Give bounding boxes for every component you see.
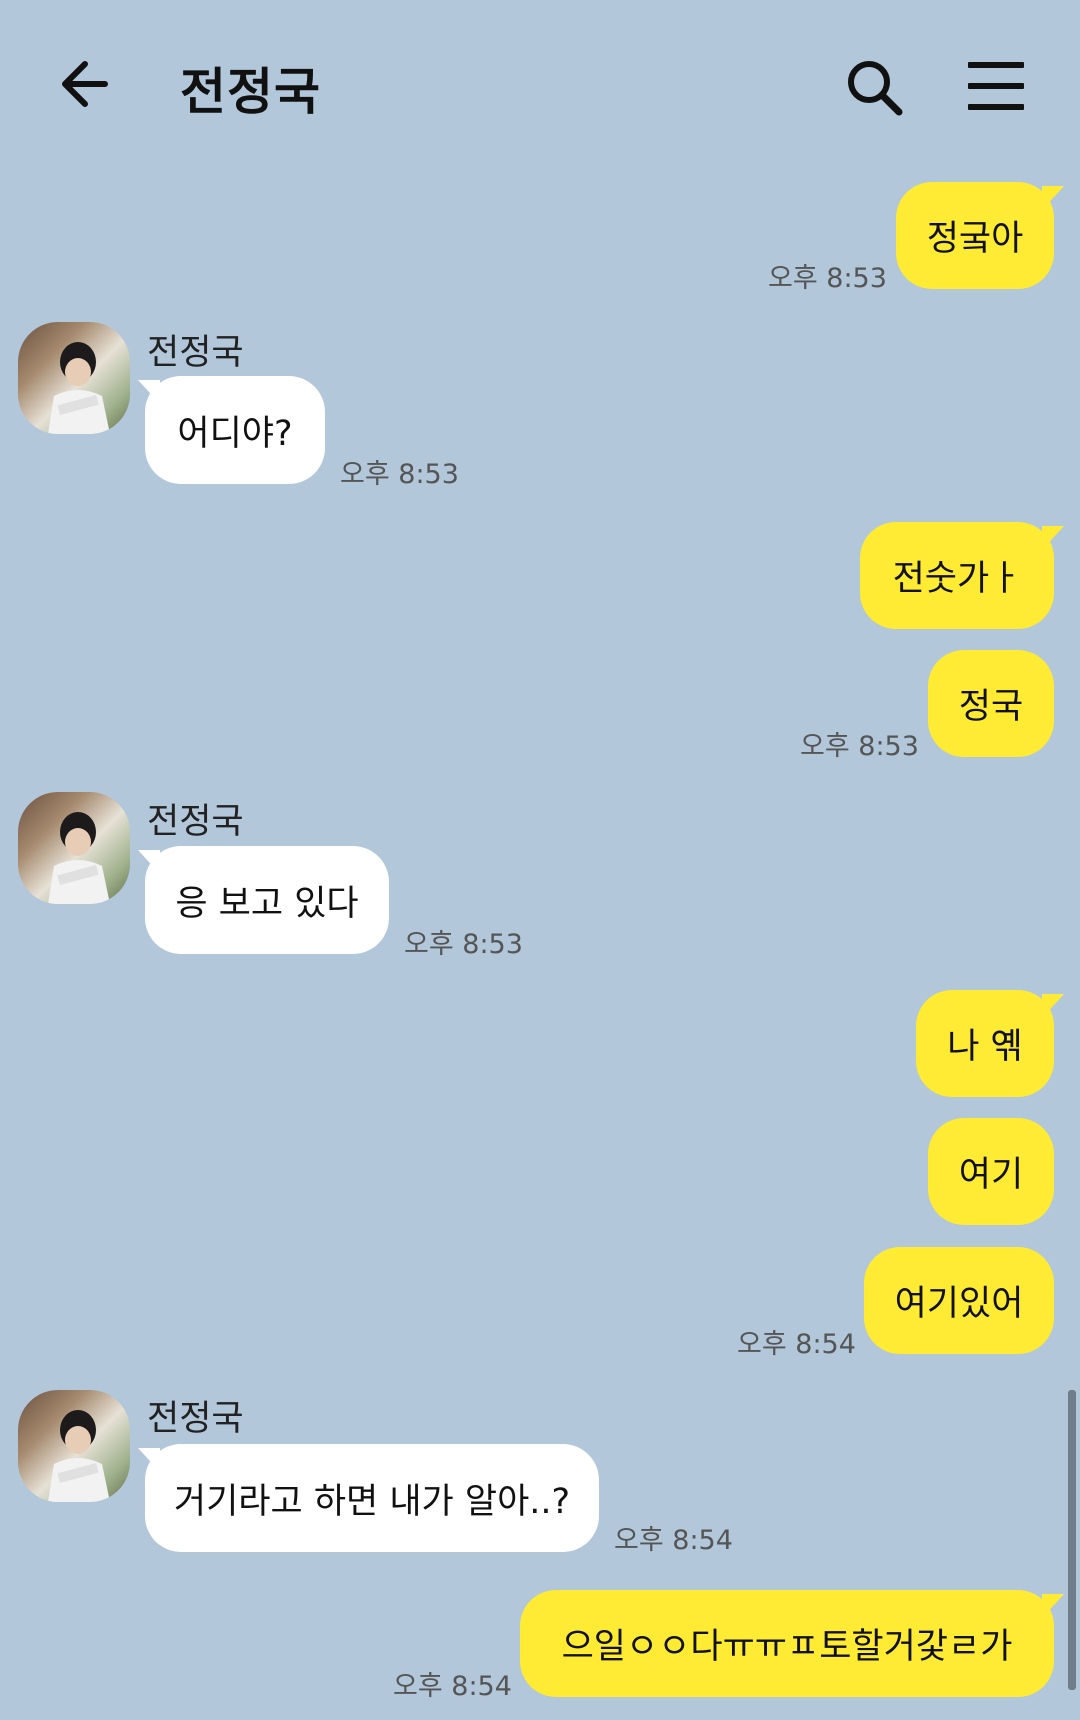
search-icon — [848, 61, 903, 116]
message-text: 정궄아 — [926, 219, 1024, 259]
message-text: 전숫가ㅏ — [892, 559, 1022, 599]
message-time: 오후 8:53 — [340, 459, 459, 490]
bubble-tail — [1042, 186, 1064, 210]
profile-photo — [48, 812, 110, 904]
message-time: 오후 8:53 — [800, 731, 919, 762]
message-text: 나 옊 — [947, 1027, 1023, 1067]
chat-header: 전정국 — [0, 0, 1080, 170]
sender-avatar[interactable] — [18, 322, 130, 434]
message-time: 오후 8:54 — [737, 1329, 856, 1360]
arrow-left-icon — [62, 61, 108, 107]
sender-avatar[interactable] — [18, 1390, 130, 1502]
menu-line — [968, 104, 1024, 110]
scrollbar[interactable] — [1068, 1390, 1076, 1690]
my-message-bubble[interactable]: 나 옊 — [916, 990, 1054, 1097]
message-text: 거기라고 하면 내가 알아..? — [173, 1481, 571, 1522]
message-text: 여기있어 — [894, 1284, 1024, 1324]
message-text: 정국 — [958, 687, 1024, 727]
search-button[interactable] — [845, 58, 905, 118]
my-message-bubble[interactable]: 정궄아 — [896, 182, 1054, 289]
sender-avatar[interactable] — [18, 792, 130, 904]
other-message-bubble[interactable]: 어디야? — [145, 376, 325, 484]
my-message-bubble[interactable]: 여기 — [928, 1118, 1054, 1225]
other-message-bubble[interactable]: 응 보고 있다 — [145, 846, 389, 954]
menu-line — [968, 83, 1024, 89]
my-message-bubble[interactable]: 전숫가ㅏ — [860, 522, 1054, 629]
message-text: 어디야? — [177, 413, 293, 454]
menu-button[interactable] — [968, 60, 1030, 112]
message-time: 오후 8:54 — [614, 1525, 733, 1556]
bubble-tail — [1042, 1594, 1064, 1618]
message-time: 오후 8:53 — [404, 929, 523, 960]
message-text: 여기 — [958, 1155, 1024, 1195]
message-text: 응 보고 있다 — [175, 883, 359, 924]
back-button[interactable] — [55, 52, 115, 116]
message-time: 오후 8:54 — [393, 1671, 512, 1702]
profile-photo — [48, 342, 110, 434]
menu-line — [968, 62, 1024, 68]
my-message-bubble[interactable]: 여기있어 — [864, 1247, 1054, 1354]
message-text: 으일ㅇㅇ다ㅠㅠㅍ토할거갗ㄹ가 — [561, 1627, 1013, 1667]
profile-photo — [48, 1410, 110, 1502]
other-message-bubble[interactable]: 거기라고 하면 내가 알아..? — [145, 1444, 599, 1552]
my-message-bubble[interactable]: 정국 — [928, 650, 1054, 757]
chat-title: 전정국 — [180, 63, 321, 121]
message-time: 오후 8:53 — [768, 263, 887, 294]
sender-name: 전정국 — [147, 333, 244, 373]
sender-name: 전정국 — [147, 1399, 244, 1439]
bubble-tail — [1042, 994, 1064, 1018]
sender-name: 전정국 — [147, 802, 244, 842]
bubble-tail — [1042, 526, 1064, 550]
my-message-bubble[interactable]: 으일ㅇㅇ다ㅠㅠㅍ토할거갗ㄹ가 — [520, 1590, 1054, 1697]
